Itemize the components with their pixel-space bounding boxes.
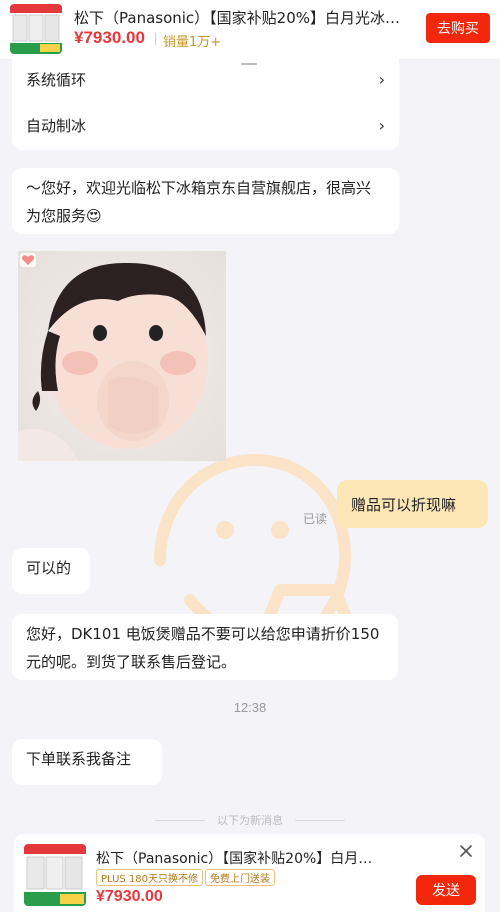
- collapse-handle[interactable]: [228, 60, 270, 70]
- menu-item-system-cycle[interactable]: 系统循环 ›: [12, 56, 399, 102]
- product-thumbnail[interactable]: [10, 4, 62, 54]
- divider: [155, 33, 156, 45]
- timestamp: 12:38: [233, 700, 267, 715]
- top-product-bar[interactable]: 松下（Panasonic）【国家补贴20%】白月光冰… ¥7930.00 销量1…: [0, 0, 500, 60]
- menu-item-label: 自动制冰: [26, 116, 87, 135]
- message-bubble-user: 赠品可以折现嘛: [337, 480, 488, 528]
- sales-count: 销量1万+: [163, 35, 222, 50]
- chevron-right-icon: ›: [378, 116, 385, 135]
- menu-item-label: 系统循环: [26, 70, 87, 89]
- divider-text: 以下为新消息: [217, 814, 283, 827]
- sticker-image[interactable]: [18, 251, 226, 461]
- product-send-card: 松下（Panasonic）【国家补贴20%】白月… PLUS 180天只换不修 …: [14, 834, 485, 912]
- buy-button[interactable]: 去购买: [426, 13, 490, 43]
- message-bubble-welcome: ～您好，欢迎光临松下冰箱京东自营旗舰店，很高兴为您服务😍: [12, 168, 399, 234]
- read-status: 已读: [303, 512, 328, 526]
- message-bubble-reply-ok: 可以的: [12, 548, 90, 594]
- new-messages-divider: 以下为新消息: [0, 812, 500, 828]
- chevron-right-icon: ›: [378, 70, 385, 89]
- divider-line: [155, 819, 205, 821]
- product-title[interactable]: 松下（Panasonic）【国家补贴20%】白月…: [96, 848, 436, 868]
- send-button[interactable]: 发送: [416, 875, 476, 905]
- product-price: ¥7930.00: [74, 28, 145, 47]
- heart-badge-icon: [20, 253, 36, 267]
- menu-card: 系统循环 › 自动制冰 ›: [12, 56, 399, 150]
- close-icon[interactable]: [458, 843, 474, 859]
- service-tag: PLUS 180天只换不修: [96, 869, 204, 886]
- product-price: ¥7930.00: [96, 888, 163, 905]
- menu-item-auto-ice[interactable]: 自动制冰 ›: [12, 102, 399, 148]
- service-tag: 免费上门送装: [205, 869, 275, 886]
- product-thumbnail[interactable]: [24, 844, 86, 906]
- divider-line: [295, 819, 345, 821]
- message-bubble-reply-note: 下单联系我备注: [12, 739, 162, 785]
- product-title[interactable]: 松下（Panasonic）【国家补贴20%】白月光冰…: [74, 7, 414, 28]
- message-bubble-reply-detail: 您好，DK101 电饭煲赠品不要可以给您申请折价150元的呢。到货了联系售后登记…: [12, 614, 398, 680]
